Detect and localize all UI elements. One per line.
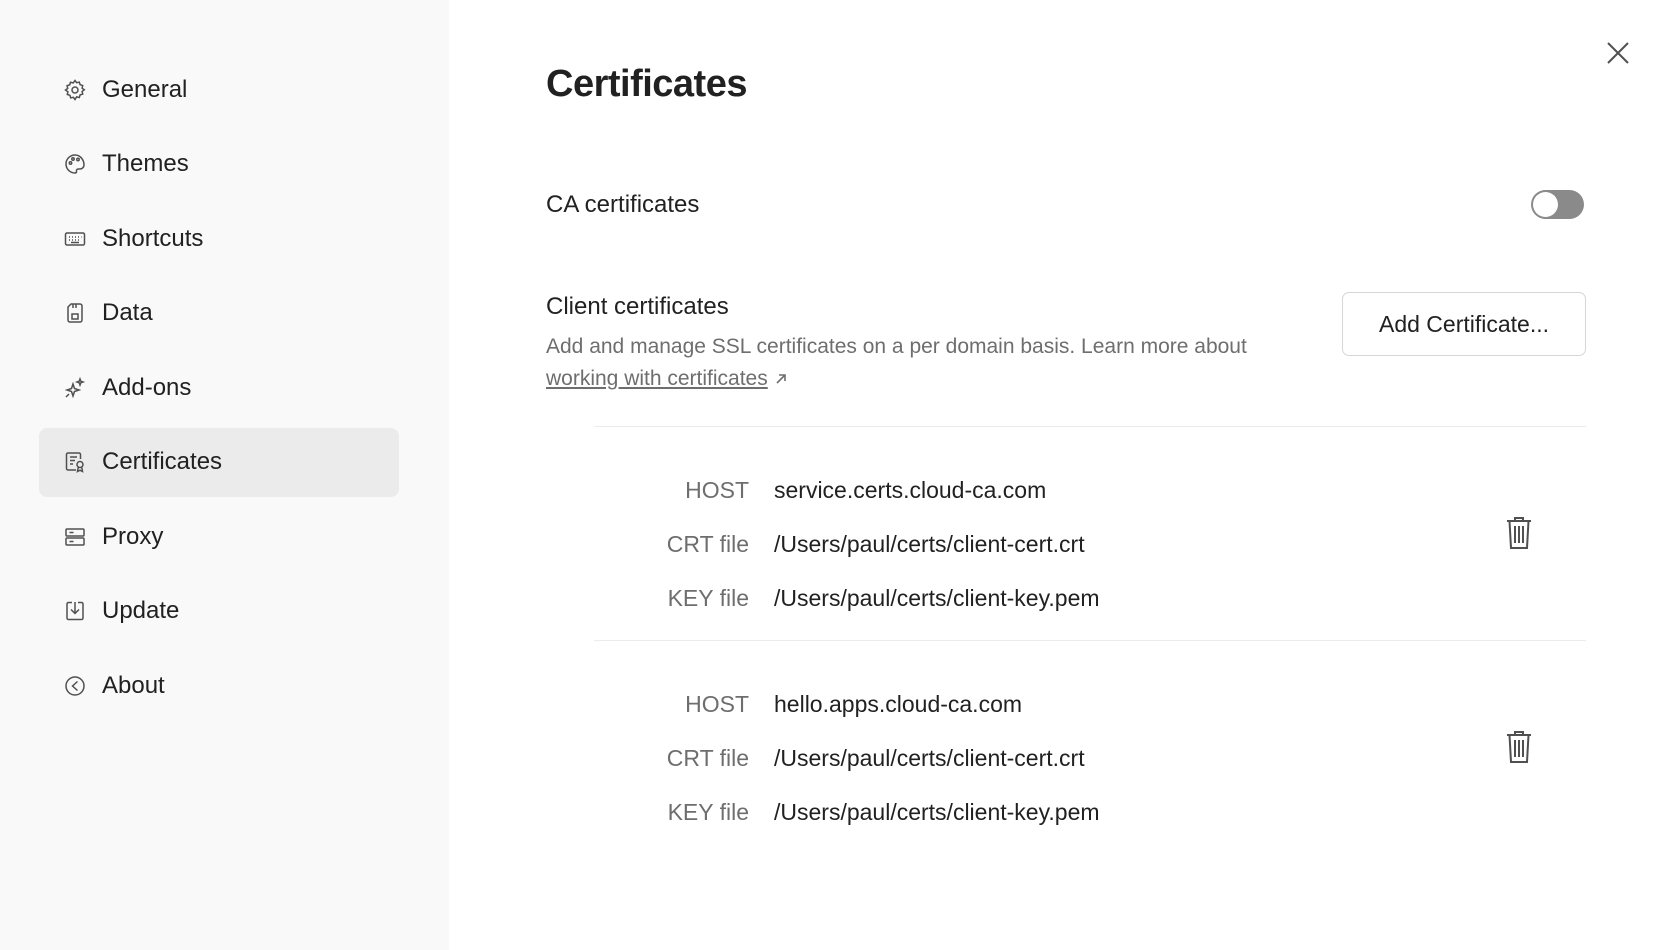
ca-certificates-row: CA certificates: [546, 190, 1586, 219]
close-icon: [1605, 40, 1631, 71]
sidebar-item-certificates[interactable]: Certificates: [39, 427, 399, 497]
trash-icon: [1504, 517, 1534, 555]
download-icon: [62, 598, 88, 624]
external-link-icon: [776, 374, 786, 385]
sidebar-item-about[interactable]: About: [39, 651, 399, 720]
certificates-panel: Certificates CA certificates Client cert…: [449, 0, 1670, 950]
ca-certificates-toggle[interactable]: [1531, 190, 1584, 219]
crt-file-value: /Users/paul/certs/client-cert.crt: [774, 744, 1085, 771]
client-certificates-description: Add and manage SSL certificates on a per…: [546, 331, 1266, 395]
sidebar-item-label: Themes: [102, 150, 189, 177]
keyboard-icon: [62, 226, 88, 252]
sidebar-item-themes[interactable]: Themes: [39, 130, 399, 199]
trash-icon: [1504, 731, 1534, 769]
sidebar-item-label: Data: [102, 299, 153, 326]
toggle-knob: [1533, 192, 1558, 217]
settings-sidebar: General Themes Shortcuts Data Add-ons Ce…: [0, 0, 449, 950]
description-text: Add and manage SSL certificates on a per…: [546, 335, 1247, 358]
key-file-value: /Users/paul/certs/client-key.pem: [774, 584, 1100, 611]
gear-icon: [62, 77, 88, 103]
certificate-entry: HOST service.certs.cloud-ca.com CRT file…: [594, 426, 1586, 640]
key-file-label: KEY file: [667, 798, 749, 825]
client-certificates-section: Client certificates Add and manage SSL c…: [546, 292, 1586, 395]
sidebar-item-data[interactable]: Data: [39, 279, 399, 348]
host-value: service.certs.cloud-ca.com: [774, 476, 1047, 503]
sidebar-item-label: Update: [102, 597, 180, 624]
settings-window: General Themes Shortcuts Data Add-ons Ce…: [0, 0, 1670, 950]
sparkles-icon: [62, 375, 88, 401]
sidebar-item-label: General: [102, 75, 188, 103]
sidebar-item-shortcuts[interactable]: Shortcuts: [39, 204, 399, 273]
sidebar-item-general[interactable]: General: [39, 55, 399, 124]
save-icon: [62, 300, 88, 326]
delete-certificate-button[interactable]: [1504, 515, 1534, 551]
palette-icon: [62, 151, 88, 177]
add-certificate-button[interactable]: Add Certificate...: [1342, 292, 1586, 356]
certificate-entry: HOST hello.apps.cloud-ca.com CRT file /U…: [594, 640, 1586, 854]
close-button[interactable]: [1603, 40, 1633, 70]
certificate-list: HOST service.certs.cloud-ca.com CRT file…: [594, 426, 1586, 854]
key-file-row: KEY file /Users/paul/certs/client-key.pe…: [594, 571, 1586, 625]
crt-file-label: CRT file: [666, 744, 749, 771]
sidebar-item-label: Shortcuts: [102, 224, 204, 252]
host-row: HOST hello.apps.cloud-ca.com: [594, 677, 1586, 731]
sidebar-item-label: Certificates: [102, 448, 223, 475]
delete-certificate-button[interactable]: [1504, 729, 1534, 765]
crt-file-row: CRT file /Users/paul/certs/client-cert.c…: [594, 517, 1586, 571]
server-icon: [62, 524, 88, 550]
host-label: HOST: [685, 690, 749, 717]
sidebar-item-proxy[interactable]: Proxy: [39, 502, 399, 571]
crt-file-label: CRT file: [666, 530, 749, 557]
host-value: hello.apps.cloud-ca.com: [774, 690, 1023, 717]
sidebar-item-add-ons[interactable]: Add-ons: [39, 353, 399, 422]
key-file-value: /Users/paul/certs/client-key.pem: [774, 798, 1100, 825]
page-title: Certificates: [546, 63, 747, 105]
sidebar-item-update[interactable]: Update: [39, 577, 399, 646]
sidebar-item-label: About: [102, 671, 165, 699]
info-icon: [62, 673, 88, 699]
learn-more-link[interactable]: working with certificates: [546, 367, 768, 390]
sidebar-item-label: Proxy: [102, 522, 164, 550]
crt-file-row: CRT file /Users/paul/certs/client-cert.c…: [594, 731, 1586, 785]
certificate-icon: [62, 449, 88, 475]
key-file-row: KEY file /Users/paul/certs/client-key.pe…: [594, 785, 1586, 839]
host-row: HOST service.certs.cloud-ca.com: [594, 463, 1586, 517]
sidebar-item-label: Add-ons: [102, 373, 192, 401]
ca-certificates-label: CA certificates: [546, 190, 700, 218]
crt-file-value: /Users/paul/certs/client-cert.crt: [774, 530, 1085, 557]
host-label: HOST: [685, 476, 749, 503]
key-file-label: KEY file: [667, 584, 749, 611]
